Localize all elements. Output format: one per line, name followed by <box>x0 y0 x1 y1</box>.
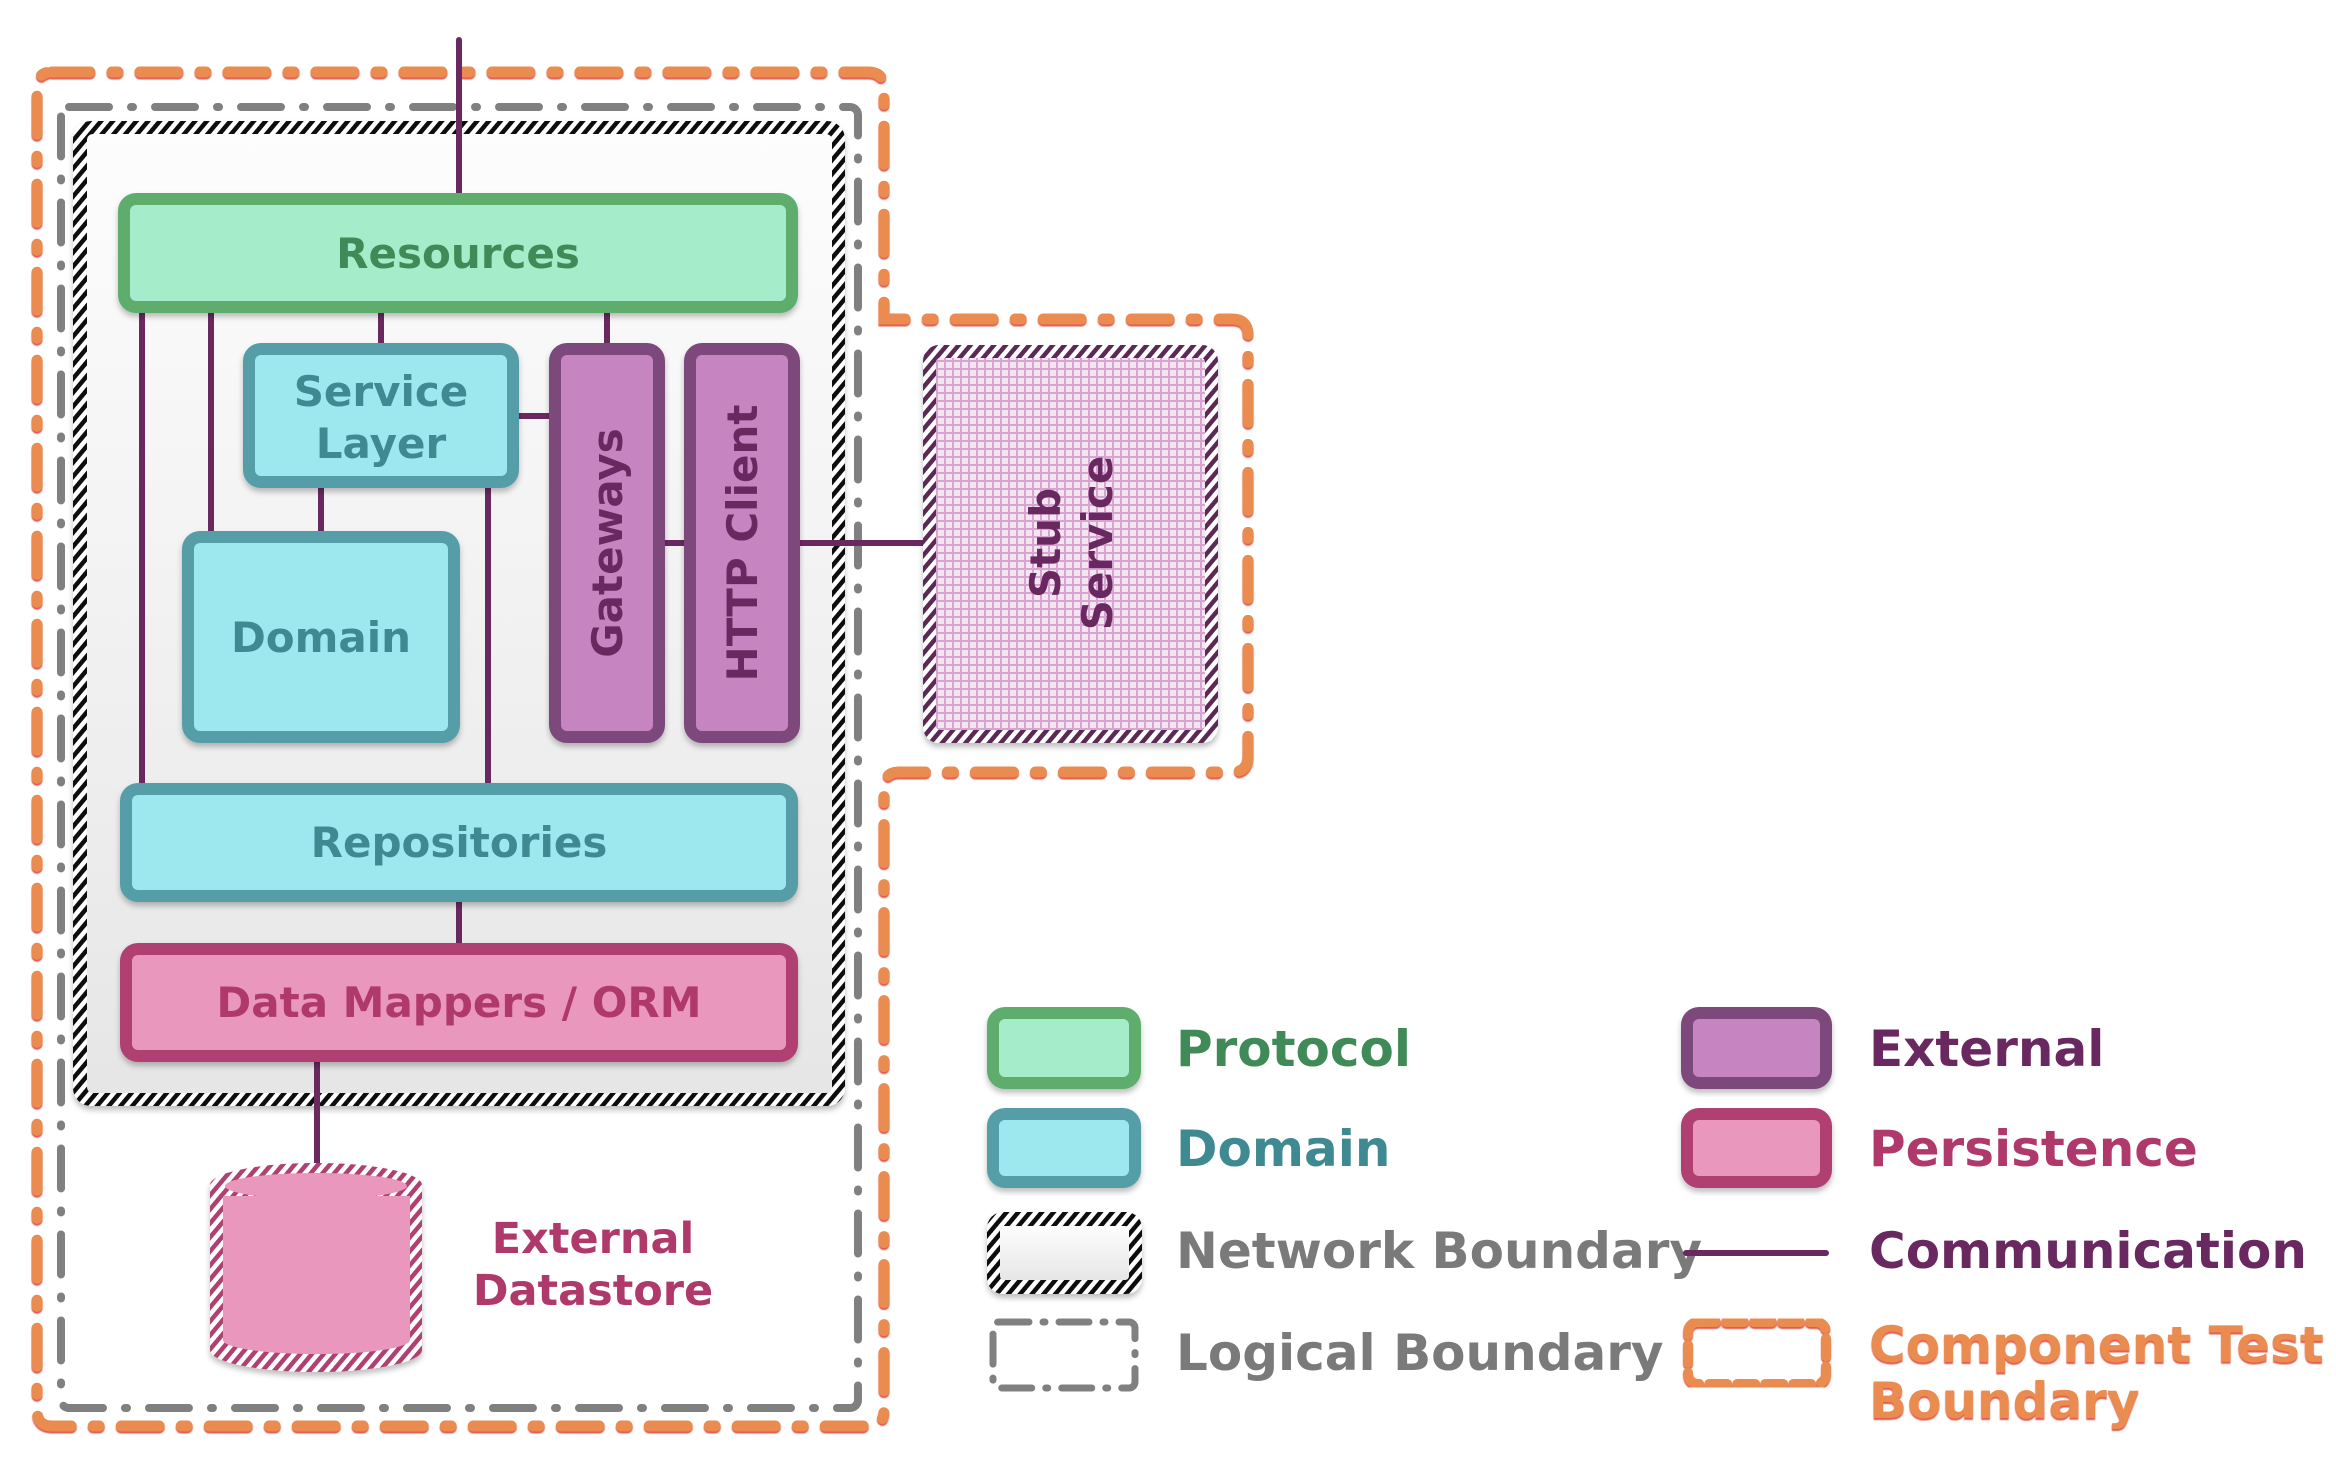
legend-swatch-logical-boundary <box>989 1318 1139 1392</box>
legend-swatch-component-test-boundary <box>1683 1317 1831 1389</box>
legend-label-component-test-line2: Boundary <box>1869 1372 2139 1430</box>
legend-label-external: External <box>1869 1020 2104 1078</box>
legend-swatch-persistence <box>1681 1108 1832 1188</box>
legend-swatch-external <box>1681 1007 1832 1089</box>
stub-service-label-line2: Service <box>1073 456 1122 631</box>
service-layer-label-line1: Service <box>294 367 469 416</box>
service-layer-label-line2: Layer <box>316 419 447 468</box>
legend-label-persistence: Persistence <box>1869 1120 2198 1178</box>
stub-service-label-line1: Stub <box>1021 488 1070 598</box>
data-mappers-label: Data Mappers / ORM <box>216 978 701 1027</box>
stub-service-box[interactable] <box>923 345 1218 743</box>
legend-label-network-boundary: Network Boundary <box>1176 1222 1702 1280</box>
legend-label-protocol: Protocol <box>1176 1020 1411 1078</box>
legend-swatch-domain <box>987 1108 1141 1188</box>
legend-swatch-network-boundary <box>987 1212 1142 1294</box>
gateways-label: Gateways <box>583 428 632 658</box>
external-datastore-label-line2: Datastore <box>473 1266 713 1316</box>
repositories-label: Repositories <box>311 818 608 867</box>
resources-label: Resources <box>336 229 580 278</box>
architecture-diagram: Resources Service Layer Domain Gateways … <box>31 37 2324 1432</box>
http-client-label: HTTP Client <box>718 405 767 682</box>
external-datastore-label-line1: External <box>492 1214 694 1264</box>
legend-label-communication: Communication <box>1869 1222 2307 1280</box>
legend-label-domain: Domain <box>1176 1120 1390 1178</box>
external-datastore-cylinder[interactable] <box>210 1163 422 1372</box>
legend: Protocol Domain Network Boundary Logical… <box>987 1007 2324 1430</box>
legend-label-component-test-line1: Component Test <box>1869 1316 2324 1374</box>
domain-label: Domain <box>231 613 411 662</box>
legend-label-logical-boundary: Logical Boundary <box>1176 1324 1664 1382</box>
legend-swatch-protocol <box>987 1007 1141 1089</box>
